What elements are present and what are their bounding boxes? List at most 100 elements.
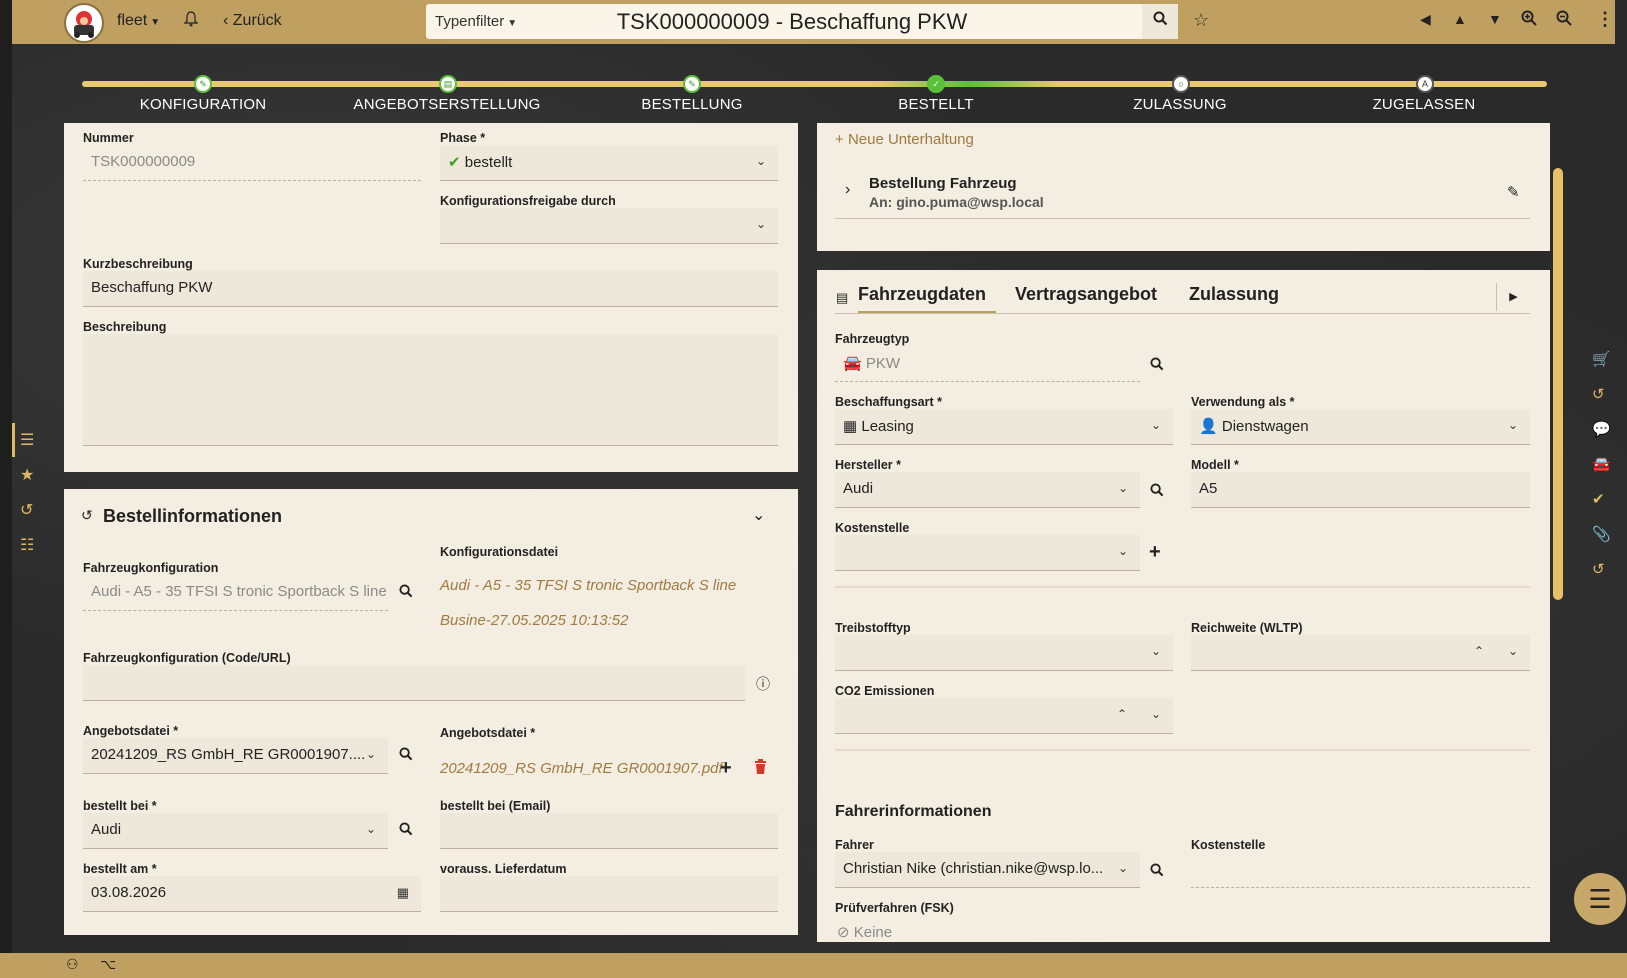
step-label-angebotserstellung[interactable]: ANGEBOTSERSTELLUNG: [327, 96, 567, 113]
step-offer-icon[interactable]: ▤: [439, 75, 457, 93]
left-edge: [0, 0, 12, 978]
people-icon[interactable]: ⚇: [66, 956, 79, 973]
step-registered-icon[interactable]: A: [1416, 75, 1434, 93]
chevron-down-icon: ⌄: [755, 217, 766, 231]
hersteller-value: Audi: [843, 480, 874, 497]
step-label-zulassung[interactable]: ZULASSUNG: [1060, 96, 1300, 113]
order-info-panel: ↺ Bestellinformationen ⌄ Konfigurationsd…: [64, 489, 798, 935]
fahrer-select[interactable]: Christian Nike (christian.nike@wsp.lo...…: [835, 852, 1140, 888]
fahrer-value: Christian Nike (christian.nike@wsp.lo...: [843, 860, 1104, 877]
search-icon[interactable]: [399, 747, 413, 765]
phase-select[interactable]: ✔ bestellt ⌄: [440, 145, 778, 181]
beschreibung-textarea[interactable]: [83, 334, 778, 446]
step-config-icon[interactable]: ✎: [194, 75, 212, 93]
up-icon[interactable]: ▲: [1453, 11, 1467, 27]
tab-vertragsangebot[interactable]: Vertragsangebot: [1015, 284, 1157, 305]
add-icon[interactable]: +: [1149, 541, 1161, 564]
search-icon[interactable]: [399, 584, 413, 602]
collapse-chevron-icon[interactable]: ⌄: [752, 505, 765, 525]
new-conversation-button[interactable]: + Neue Unterhaltung: [835, 131, 974, 148]
konfig-datei-link-line2[interactable]: Busine-27.05.2025 10:13:52: [440, 612, 629, 629]
kurzbeschreibung-input[interactable]: Beschaffung PKW: [83, 271, 778, 307]
bestellt-am-date[interactable]: 03.08.2026 ▦: [83, 876, 421, 912]
bell-icon[interactable]: [183, 11, 199, 32]
step-ordered-check-icon[interactable]: ✓: [927, 75, 945, 93]
search-icon[interactable]: [1150, 863, 1164, 881]
reichweite-label: Reichweite (WLTP): [1191, 621, 1303, 635]
search-icon[interactable]: [1150, 357, 1164, 375]
paperclip-icon[interactable]: 📎: [1592, 525, 1611, 543]
previous-icon[interactable]: ◀: [1420, 11, 1431, 28]
step-registration-icon[interactable]: ○: [1172, 75, 1190, 93]
delete-icon[interactable]: [754, 759, 767, 778]
step-order-icon[interactable]: ✎: [683, 75, 701, 93]
treibstoff-select[interactable]: ⌄: [835, 635, 1173, 671]
co2-number[interactable]: ⌃ ⌄: [835, 698, 1173, 734]
more-vertical-icon[interactable]: ⋮: [1596, 9, 1614, 30]
chevron-down-icon[interactable]: ⌄: [1151, 707, 1161, 721]
history-icon[interactable]: ↺: [20, 500, 33, 520]
bestellt-bei-select[interactable]: Audi ⌄: [83, 813, 388, 849]
comments-icon[interactable]: 💬: [1592, 420, 1611, 438]
step-label-zugelassen[interactable]: ZUGELASSEN: [1304, 96, 1544, 113]
cart-icon[interactable]: 🛒: [1592, 350, 1611, 368]
global-search: Typenfilter ▼ TSK000000009 - Beschaffung …: [426, 4, 1178, 39]
scrollbar-thumb[interactable]: [1553, 168, 1563, 600]
beschaffungsart-select[interactable]: ▦ Leasing ⌄: [835, 409, 1173, 445]
bestellt-bei-email-input[interactable]: [440, 813, 778, 849]
history-icon[interactable]: ↺: [1592, 385, 1605, 403]
tab-fahrzeugdaten[interactable]: Fahrzeugdaten: [858, 284, 986, 305]
check-icon[interactable]: ✔: [1592, 490, 1605, 508]
chevron-up-icon[interactable]: ⌃: [1117, 707, 1127, 721]
list-icon[interactable]: ☰: [20, 430, 34, 450]
step-label-bestellung[interactable]: BESTELLUNG: [572, 96, 812, 113]
favorite-star-icon[interactable]: ☆: [1193, 10, 1209, 31]
kostenstelle-select[interactable]: ⌄: [835, 535, 1140, 571]
angebotsdatei-select[interactable]: 20241209_RS GmbH_RE GR0001907.... ⌄: [83, 738, 388, 774]
menu-fab-button[interactable]: ☰: [1574, 873, 1626, 925]
edit-pencil-icon[interactable]: ✎: [1507, 183, 1520, 201]
step-label-bestellt[interactable]: BESTELLT: [816, 96, 1056, 113]
type-filter-dropdown[interactable]: Typenfilter ▼: [435, 13, 517, 30]
chevron-down-icon[interactable]: ⌄: [1508, 644, 1518, 658]
down-icon[interactable]: ▼: [1488, 11, 1502, 27]
document-title[interactable]: TSK000000009 - Beschaffung PKW: [552, 9, 1032, 35]
history-icon[interactable]: ↺: [1592, 560, 1605, 578]
search-icon[interactable]: [399, 822, 413, 840]
verwendung-select[interactable]: 👤 Dienstwagen ⌄: [1191, 409, 1530, 445]
tabs-scroll-right-icon[interactable]: ▶: [1496, 283, 1530, 311]
modell-input[interactable]: A5: [1191, 472, 1530, 508]
zoom-out-icon[interactable]: [1556, 10, 1572, 29]
zoom-in-icon[interactable]: [1521, 10, 1537, 29]
fahrzeugkonfig-url-input[interactable]: [83, 665, 745, 701]
fahrzeugkonfig-url-label: Fahrzeugkonfiguration (Code/URL): [83, 651, 291, 665]
lieferdatum-input[interactable]: [440, 876, 778, 912]
hersteller-select[interactable]: Audi ⌄: [835, 472, 1140, 508]
angebotsdatei-link[interactable]: 20241209_RS GmbH_RE GR0001907.pdf: [440, 760, 723, 777]
tab-zulassung[interactable]: Zulassung: [1189, 284, 1279, 305]
hierarchy-icon[interactable]: ⌥: [100, 956, 116, 973]
reichweite-number[interactable]: ⌃ ⌄: [1191, 635, 1530, 671]
search-icon[interactable]: [1150, 483, 1164, 501]
star-icon[interactable]: ★: [20, 465, 34, 485]
nummer-value: TSK000000009: [91, 153, 196, 170]
step-label-konfiguration[interactable]: KONFIGURATION: [83, 96, 323, 113]
calendar-icon[interactable]: ▦: [397, 885, 409, 901]
beschaffungsart-label: Beschaffungsart *: [835, 395, 942, 409]
app-switcher[interactable]: fleet ▼: [117, 12, 160, 30]
back-button[interactable]: ‹ Zurück: [223, 12, 282, 30]
konfig-freigabe-select[interactable]: ⌄: [440, 208, 778, 244]
conversation-item[interactable]: › Bestellung Fahrzeug An: gino.puma@wsp.…: [835, 171, 1530, 219]
outline-icon[interactable]: ☷: [20, 535, 34, 555]
chevron-up-icon[interactable]: ⌃: [1474, 644, 1484, 658]
pruef-value: Keine: [853, 924, 893, 941]
avatar[interactable]: [64, 3, 104, 43]
treibstoff-label: Treibstofftyp: [835, 621, 911, 635]
car-icon[interactable]: 🚘: [1592, 455, 1611, 473]
konfig-datei-link-line1[interactable]: Audi - A5 - 35 TFSI S tronic Sportback S…: [440, 577, 736, 594]
help-icon[interactable]: ⓘ: [756, 674, 770, 694]
search-button[interactable]: [1142, 4, 1178, 39]
beschaffungsart-value: Leasing: [861, 418, 914, 435]
add-icon[interactable]: +: [720, 757, 732, 780]
main-form-panel: Nummer TSK000000009 Phase * ✔ bestellt ⌄…: [64, 123, 798, 472]
